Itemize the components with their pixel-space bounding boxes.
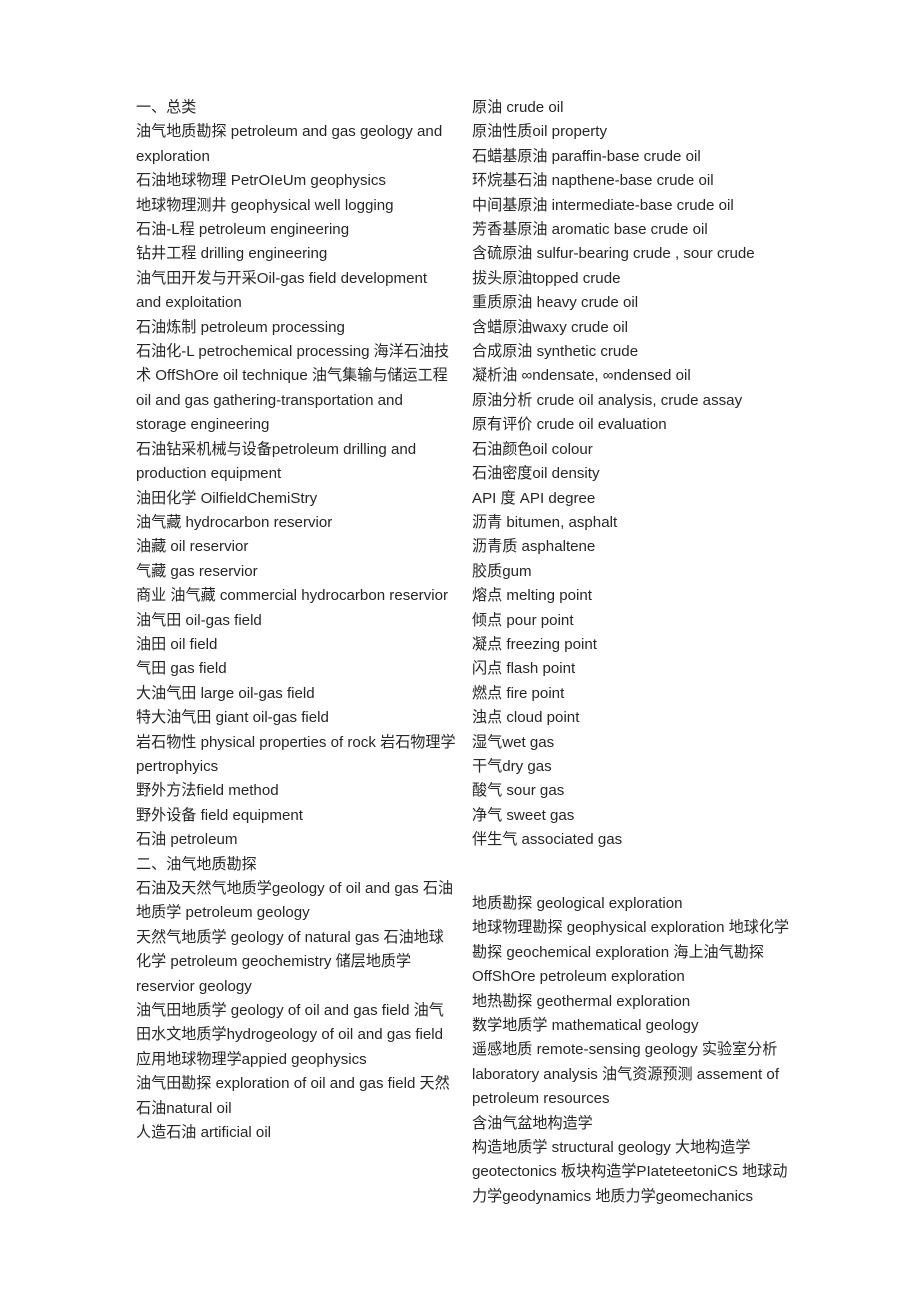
glossary-entry: 原油分析 crude oil analysis, crude assay	[472, 391, 743, 409]
glossary-entry: 油气藏 hydrocarbon reservior	[136, 513, 333, 531]
glossary-entry: 熔点 melting point	[472, 587, 592, 605]
glossary-entry: 油藏 oil reservior	[136, 538, 249, 556]
section-two-heading: 二、油气地质勘探	[136, 855, 257, 873]
column-gap-spacer	[472, 853, 792, 877]
glossary-entry: 中间基原油 intermediate-base crude oil	[472, 196, 734, 214]
glossary-entry: 人造石油 artificial oil	[136, 1124, 272, 1142]
glossary-entry: 石油颜色oil colour	[472, 440, 593, 458]
glossary-entry: 石油-L程 petroleum engineering	[136, 221, 350, 239]
glossary-entry: 石油化-L petrochemical processing 海洋石油技术 Of…	[136, 343, 450, 434]
column-gap-spacer-half	[472, 877, 792, 892]
glossary-entry: 含油气盆地构造学	[472, 1114, 593, 1132]
glossary-entry: 岩石物性 physical properties of rock 岩石物理学pe…	[136, 733, 456, 775]
left-column: 一、总类 油气地质勘探 petroleum and gas geology an…	[136, 96, 456, 1145]
glossary-entry: 干气dry gas	[472, 757, 552, 775]
glossary-entry: 商业 油气藏 commercial hydrocarbon reservior	[136, 587, 449, 605]
glossary-entry: 油田化学 OilfieldChemiStry	[136, 489, 318, 507]
glossary-entry: 芳香基原油 aromatic base crude oil	[472, 221, 708, 239]
glossary-entry: 重质原油 heavy crude oil	[472, 294, 639, 312]
glossary-entry: 油气田地质学 geology of oil and gas field 油气田水…	[136, 1002, 444, 1044]
crude-oil-properties-block: 原油 crude oil 原油性质oil property 石蜡基原油 para…	[472, 96, 792, 853]
glossary-entry: 油气地质勘探 petroleum and gas geology and exp…	[136, 123, 443, 165]
glossary-entry: 燃点 fire point	[472, 684, 565, 702]
glossary-entry: 油田 oil field	[136, 635, 218, 653]
glossary-entry: 湿气wet gas	[472, 733, 555, 751]
glossary-entry: 地球物理勘探 geophysical exploration 地球化学勘探 ge…	[472, 919, 790, 986]
section-one-heading: 一、总类	[136, 99, 197, 116]
two-column-layout: 一、总类 油气地质勘探 petroleum and gas geology an…	[136, 96, 796, 1209]
glossary-entry: 伴生气 associated gas	[472, 831, 623, 849]
glossary-entry: 地球物理测井 geophysical well logging	[136, 196, 394, 214]
glossary-entry: 浊点 cloud point	[472, 709, 580, 727]
glossary-entry: 净气 sweet gas	[472, 806, 575, 824]
glossary-entry: 野外设备 field equipment	[136, 806, 303, 824]
glossary-entry: 含硫原油 sulfur-bearing crude , sour crude	[472, 245, 755, 263]
glossary-entry: 凝析油 ∞ndensate, ∞ndensed oil	[472, 367, 691, 385]
glossary-entry: 地质勘探 geological exploration	[472, 894, 683, 912]
glossary-entry: 特大油气田 giant oil-gas field	[136, 709, 329, 727]
exploration-methods-block: 地质勘探 geological exploration 地球物理勘探 geoph…	[472, 892, 792, 1209]
glossary-entry: 胶质gum	[472, 562, 532, 580]
glossary-entry: 野外方法field method	[136, 782, 279, 800]
glossary-entry: 含蜡原油waxy crude oil	[472, 318, 629, 336]
glossary-entry: 合成原油 synthetic crude	[472, 343, 639, 361]
glossary-entry: 大油气田 large oil-gas field	[136, 684, 315, 702]
glossary-entry: 油气田 oil-gas field	[136, 611, 262, 629]
glossary-entry: 凝点 freezing point	[472, 635, 598, 653]
glossary-entry: 倾点 pour point	[472, 611, 574, 629]
glossary-entry: 石油 petroleum	[136, 831, 238, 849]
glossary-entry: 天然气地质学 geology of natural gas 石油地球化学 pet…	[136, 928, 444, 995]
glossary-entry: 酸气 sour gas	[472, 782, 565, 800]
glossary-entry: 应用地球物理学appied geophysics	[136, 1050, 367, 1068]
document-page: 一、总类 油气地质勘探 petroleum and gas geology an…	[0, 0, 920, 1301]
glossary-entry: 气田 gas field	[136, 660, 227, 678]
glossary-entry: 石油密度oil density	[472, 465, 600, 483]
glossary-entry: 环烷基石油 napthene-base crude oil	[472, 172, 714, 190]
glossary-entry: 石油钻采机械与设备petroleum drilling and producti…	[136, 440, 417, 483]
glossary-entry: 气藏 gas reservior	[136, 562, 258, 580]
glossary-entry: 石油炼制 petroleum processing	[136, 318, 345, 336]
glossary-entry: 拔头原油topped crude	[472, 269, 621, 287]
glossary-entry: API 度 API degree	[472, 489, 596, 507]
glossary-entry: 地热勘探 geothermal exploration	[472, 992, 691, 1010]
glossary-entry: 原油 crude oil	[472, 99, 564, 116]
section-two-block: 二、油气地质勘探 石油及天然气地质学geology of oil and gas…	[136, 853, 456, 1146]
glossary-entry: 数学地质学 mathematical geology	[472, 1017, 699, 1035]
glossary-entry: 遥感地质 remote-sensing geology 实验室分析 labora…	[472, 1041, 780, 1108]
glossary-entry: 石蜡基原油 paraffin-base crude oil	[472, 147, 701, 165]
glossary-entry: 闪点 flash point	[472, 660, 576, 678]
glossary-entry: 油气田勘探 exploration of oil and gas field 天…	[136, 1075, 450, 1117]
glossary-entry: 石油地球物理 PetrOIeUm geophysics	[136, 172, 386, 190]
right-column: 原油 crude oil 原油性质oil property 石蜡基原油 para…	[472, 96, 792, 1209]
glossary-entry: 石油及天然气地质学geology of oil and gas 石油地质学 pe…	[136, 880, 454, 922]
glossary-entry: 原有评价 crude oil evaluation	[472, 416, 667, 434]
glossary-entry: 构造地质学 structural geology 大地构造学 geotecton…	[472, 1139, 788, 1205]
glossary-entry: 油气田开发与开采Oil-gas field development and ex…	[136, 269, 428, 312]
glossary-entry: 沥青 bitumen, asphalt	[472, 513, 618, 531]
section-one-block: 一、总类 油气地质勘探 petroleum and gas geology an…	[136, 96, 456, 853]
glossary-entry: 沥青质 asphaltene	[472, 538, 596, 556]
glossary-entry: 钻井工程 drilling engineering	[136, 245, 328, 263]
glossary-entry: 原油性质oil property	[472, 123, 608, 141]
